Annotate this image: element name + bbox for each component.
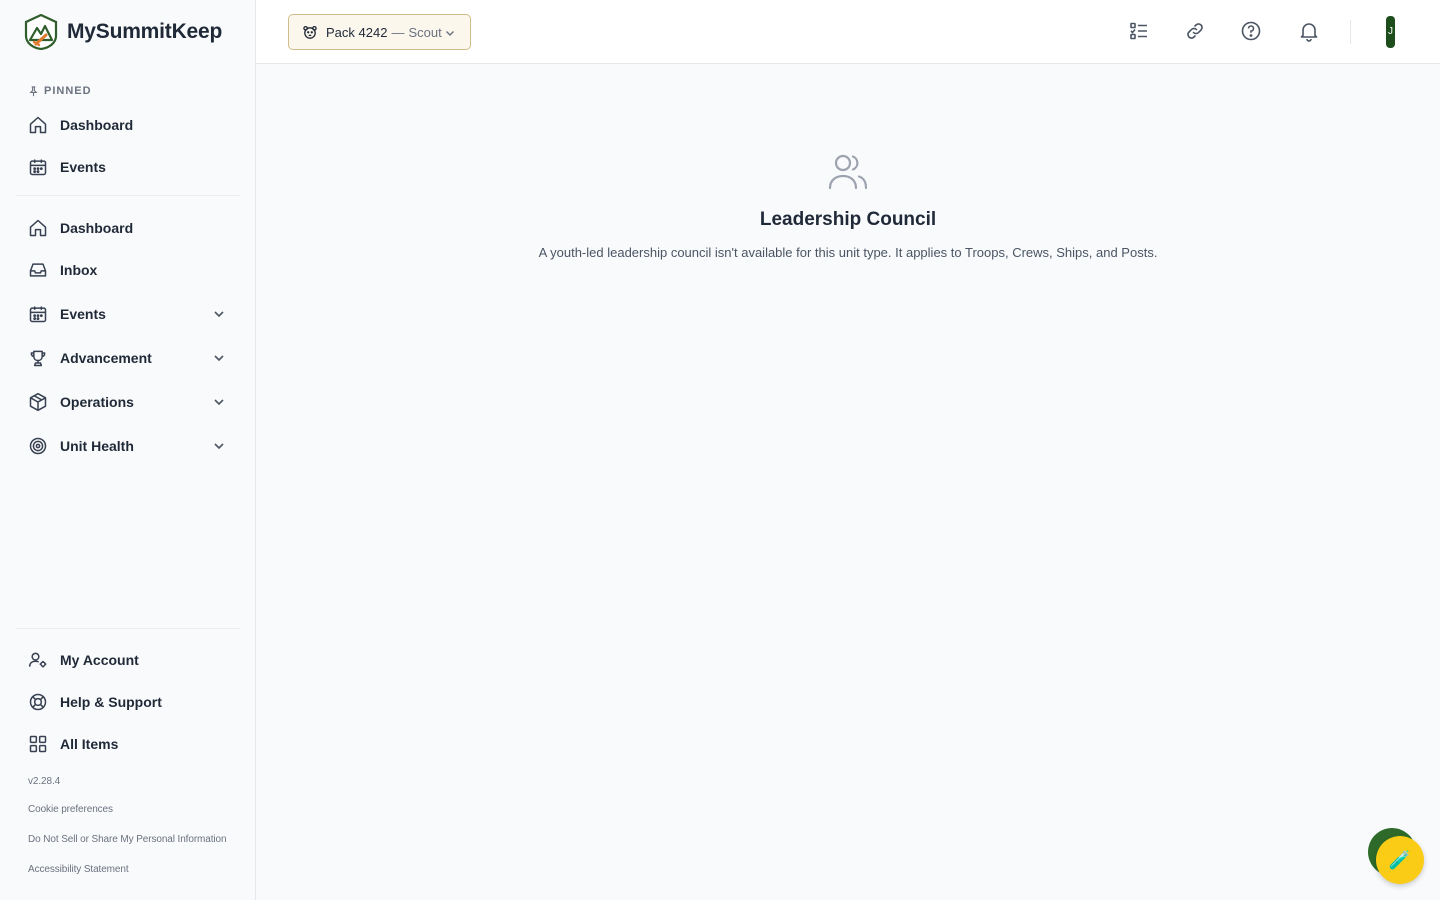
pinned-item-events[interactable]: Events bbox=[16, 148, 240, 186]
nav-label: Operations bbox=[60, 394, 134, 410]
nav-label: Inbox bbox=[60, 262, 98, 278]
unit-selector[interactable]: Pack 4242 — Scout bbox=[288, 14, 471, 50]
sidebar-item-inbox[interactable]: Inbox bbox=[16, 251, 240, 289]
pinned-section-label: PINNED bbox=[28, 85, 92, 97]
pin-icon bbox=[29, 85, 38, 96]
brand[interactable]: MySummitKeep bbox=[24, 14, 222, 50]
inbox-icon bbox=[29, 263, 47, 277]
test-tube-icon: 🧪 bbox=[1388, 849, 1412, 870]
sidebar-item-my-account[interactable]: My Account bbox=[16, 641, 240, 679]
target-icon bbox=[29, 437, 47, 455]
sidebar-item-unit-health[interactable]: Unit Health bbox=[16, 427, 240, 465]
nav-label: Help & Support bbox=[60, 694, 162, 710]
cookie-preferences-link[interactable]: Cookie preferences bbox=[28, 804, 113, 815]
calendar-icon bbox=[29, 159, 47, 176]
sidebar-item-advancement[interactable]: Advancement bbox=[16, 339, 240, 377]
calendar-icon bbox=[29, 306, 47, 323]
sidebar-divider bbox=[16, 628, 240, 629]
lifebuoy-icon bbox=[29, 693, 47, 711]
nav-label: Advancement bbox=[60, 350, 152, 366]
chevron-down-icon[interactable] bbox=[212, 351, 226, 365]
topbar-divider bbox=[1350, 20, 1351, 44]
box-icon bbox=[29, 392, 47, 412]
empty-state-description: A youth-led leadership council isn't ava… bbox=[538, 245, 1158, 260]
page-title: Leadership Council bbox=[759, 209, 937, 230]
feedback-button[interactable]: 🧪 bbox=[1376, 836, 1424, 884]
unit-separator: — bbox=[391, 24, 405, 40]
nav-label: All Items bbox=[60, 736, 119, 752]
user-settings-icon bbox=[28, 652, 47, 668]
nav-label: Events bbox=[60, 306, 106, 322]
link-icon[interactable] bbox=[1184, 20, 1206, 42]
accessibility-statement-link[interactable]: Accessibility Statement bbox=[28, 864, 129, 875]
sidebar-item-operations[interactable]: Operations bbox=[16, 383, 240, 421]
help-circle-icon[interactable] bbox=[1240, 20, 1262, 42]
users-icon bbox=[828, 154, 868, 190]
nav-label: My Account bbox=[60, 652, 139, 668]
nav-label: Unit Health bbox=[60, 438, 134, 454]
chevron-down-icon[interactable] bbox=[212, 307, 226, 321]
checklist-icon[interactable] bbox=[1128, 20, 1150, 42]
do-not-sell-link[interactable]: Do Not Sell or Share My Personal Informa… bbox=[28, 834, 227, 845]
summit-logo-icon bbox=[24, 14, 58, 50]
unit-type: Scout bbox=[408, 24, 442, 40]
sidebar-item-events[interactable]: Events bbox=[16, 295, 240, 333]
brand-name: MySummitKeep bbox=[67, 20, 223, 43]
trophy-icon bbox=[30, 350, 46, 367]
sidebar-divider bbox=[16, 195, 240, 196]
sidebar-item-all-items[interactable]: All Items bbox=[16, 725, 240, 763]
top-bar: Pack 4242 — Scout J bbox=[256, 0, 1440, 64]
chevron-down-icon bbox=[446, 31, 454, 36]
chevron-down-icon[interactable] bbox=[212, 395, 226, 409]
pinned-item-dashboard[interactable]: Dashboard bbox=[16, 106, 240, 144]
bell-icon[interactable] bbox=[1298, 20, 1320, 42]
sidebar: MySummitKeep PINNED Dashboard Events Das… bbox=[0, 0, 256, 900]
sidebar-item-help-support[interactable]: Help & Support bbox=[16, 683, 240, 721]
nav-label: Dashboard bbox=[60, 117, 134, 133]
cub-face-icon bbox=[303, 25, 317, 39]
sidebar-item-dashboard[interactable]: Dashboard bbox=[16, 209, 240, 247]
chevron-down-icon[interactable] bbox=[212, 439, 226, 453]
avatar[interactable]: J bbox=[1386, 16, 1395, 48]
home-icon bbox=[29, 219, 47, 237]
home-icon bbox=[29, 116, 47, 134]
nav-label: Dashboard bbox=[60, 220, 134, 236]
unit-name: Pack 4242 bbox=[326, 24, 388, 40]
nav-label: Events bbox=[60, 159, 106, 175]
app-version: v2.28.4 bbox=[28, 776, 61, 787]
pinned-label-text: PINNED bbox=[44, 85, 92, 97]
grid-icon bbox=[29, 735, 47, 753]
